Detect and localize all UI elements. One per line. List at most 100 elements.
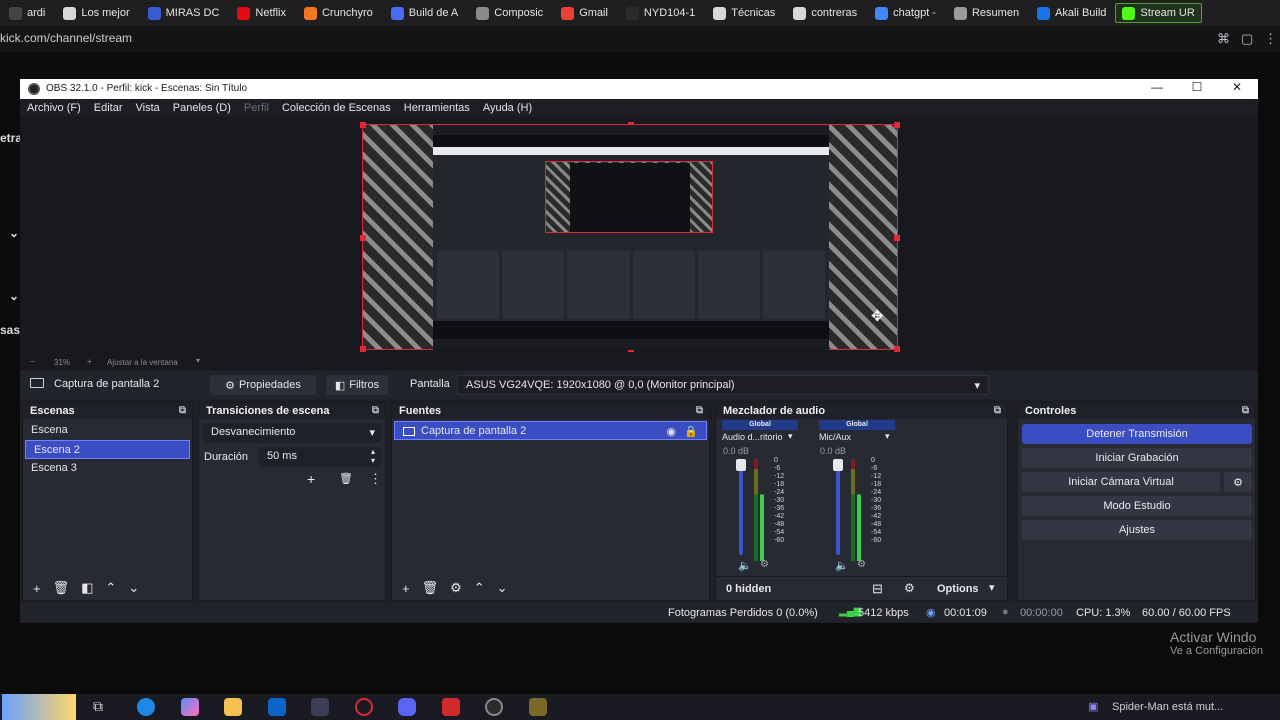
cast-icon[interactable]: ▢: [1241, 31, 1253, 47]
source-item[interactable]: Captura de pantalla 2 ◉ 🔒: [394, 421, 707, 440]
spin-down-icon[interactable]: ▾: [371, 456, 375, 465]
discord-icon[interactable]: [398, 698, 416, 716]
channel-settings-icon[interactable]: ⚙: [760, 559, 769, 570]
start-recording-button[interactable]: Iniciar Grabación: [1022, 448, 1252, 468]
chevron-down-icon[interactable]: ▾: [885, 431, 890, 442]
chevron-down-icon[interactable]: ▾: [989, 581, 995, 594]
chevron-down-icon[interactable]: ⌄: [9, 289, 19, 303]
copilot-icon[interactable]: [181, 698, 199, 716]
speaker-icon[interactable]: 🔈: [835, 559, 849, 572]
league-icon[interactable]: [529, 698, 547, 716]
properties-button[interactable]: ⚙ Propiedades: [210, 375, 316, 395]
bookmark-item[interactable]: Build de A: [382, 6, 468, 20]
studio-mode-button[interactable]: Modo Estudio: [1022, 496, 1252, 516]
float-icon[interactable]: ⧉: [372, 405, 379, 416]
maximize-button[interactable]: ☐: [1182, 80, 1212, 94]
app-icon[interactable]: [442, 698, 460, 716]
zoom-out-button[interactable]: −: [30, 357, 35, 366]
menu-item[interactable]: Archivo (F): [27, 102, 81, 114]
stop-stream-button[interactable]: Detener Transmisión: [1022, 424, 1252, 444]
trash-icon[interactable]: 🗑: [53, 580, 70, 596]
bookmark-item[interactable]: MIRAS DC: [139, 6, 229, 20]
bookmark-item[interactable]: NYD104-1: [617, 6, 704, 20]
title-bar[interactable]: OBS 32.1.0 - Perfil: kick - Escenas: Sin…: [20, 79, 1258, 99]
menu-item[interactable]: Colección de Escenas: [282, 102, 391, 114]
filters-button[interactable]: ◧ Filtros: [326, 375, 388, 395]
menu-item[interactable]: Vista: [136, 102, 160, 114]
task-view-icon[interactable]: ⧉: [93, 698, 103, 715]
transition-type-select[interactable]: Desvanecimiento ▾: [203, 423, 381, 443]
zoom-dropdown-icon[interactable]: ▾: [196, 356, 200, 365]
bookmark-item[interactable]: Resumen: [945, 6, 1028, 20]
minimize-button[interactable]: —: [1142, 80, 1172, 94]
add-icon[interactable]: +: [33, 581, 41, 596]
chevron-up-icon[interactable]: ⌃: [105, 580, 116, 596]
filter-icon[interactable]: ◧: [81, 580, 93, 596]
resize-handle[interactable]: [360, 346, 366, 352]
volume-slider-track[interactable]: [739, 459, 743, 555]
store-icon[interactable]: [311, 698, 329, 716]
opera-icon[interactable]: [355, 698, 373, 716]
resize-handle[interactable]: [360, 122, 366, 128]
more-icon[interactable]: ⋮: [369, 471, 382, 487]
preview-area[interactable]: ✥: [20, 117, 1258, 356]
scene-item[interactable]: Escena 3: [23, 459, 192, 478]
fit-window-button[interactable]: Ajustar a la ventana: [107, 358, 178, 367]
display-select[interactable]: ASUS VG24VQE: 1920x1080 @ 0,0 (Monitor p…: [457, 375, 989, 395]
eye-icon[interactable]: ◉: [666, 425, 676, 438]
volume-slider-handle[interactable]: [833, 459, 843, 471]
settings-button[interactable]: Ajustes: [1022, 520, 1252, 540]
options-button[interactable]: Options: [937, 583, 979, 595]
channel-settings-icon[interactable]: ⚙: [857, 559, 866, 570]
bookmark-item[interactable]: Gmail: [552, 6, 617, 20]
bookmark-item[interactable]: chatgpt -: [866, 6, 945, 20]
bookmark-item[interactable]: ardi: [0, 6, 54, 20]
chevron-up-icon[interactable]: ⌃: [474, 580, 485, 596]
zoom-in-button[interactable]: +: [87, 357, 92, 366]
bookmark-item[interactable]: Técnicas: [704, 6, 784, 20]
float-icon[interactable]: ⧉: [994, 405, 1001, 416]
scene-item[interactable]: Escena 2: [25, 440, 190, 459]
trash-icon[interactable]: 🗑: [422, 580, 439, 596]
chevron-down-icon[interactable]: ⌄: [497, 580, 508, 596]
bookmark-item[interactable]: Netflix: [228, 6, 295, 20]
resize-handle[interactable]: [360, 235, 366, 241]
bookmark-item[interactable]: Crunchyro: [295, 6, 382, 20]
trash-icon[interactable]: 🗑: [339, 472, 353, 485]
layout-icon[interactable]: ⊟: [872, 581, 883, 597]
outlook-icon[interactable]: [268, 698, 286, 716]
url-text[interactable]: kick.com/channel/stream: [0, 31, 132, 45]
menu-item[interactable]: Perfil: [244, 102, 269, 114]
float-icon[interactable]: ⧉: [1242, 405, 1249, 416]
advanced-icon[interactable]: ⚙: [904, 581, 915, 595]
bookmark-item[interactable]: Los mejor: [54, 6, 138, 20]
lock-icon[interactable]: 🔒: [684, 425, 698, 438]
file-explorer-icon[interactable]: [224, 698, 242, 716]
spin-up-icon[interactable]: ▴: [371, 447, 375, 456]
chevron-down-icon[interactable]: ⌄: [128, 580, 139, 596]
menu-item[interactable]: Editar: [94, 102, 123, 114]
volume-slider-track[interactable]: [836, 459, 840, 555]
add-icon[interactable]: +: [402, 581, 410, 596]
close-button[interactable]: ✕: [1222, 80, 1252, 94]
menu-item[interactable]: Herramientas: [404, 102, 470, 114]
address-bar[interactable]: [0, 26, 1280, 52]
more-icon[interactable]: ⋮: [1264, 31, 1277, 47]
extension-icon[interactable]: ⌘: [1217, 31, 1230, 47]
duration-spinbox[interactable]: 50 ms ▴ ▾: [259, 447, 381, 467]
resize-handle[interactable]: [894, 346, 900, 352]
channel-name[interactable]: Audio d...ritorio: [722, 432, 786, 442]
edge-icon[interactable]: [137, 698, 155, 716]
virtual-camera-button[interactable]: Iniciar Cámara Virtual: [1022, 472, 1220, 492]
speaker-icon[interactable]: 🔈: [738, 559, 752, 572]
chevron-down-icon[interactable]: ▾: [788, 431, 793, 442]
resize-handle[interactable]: [894, 122, 900, 128]
preview-canvas[interactable]: [360, 122, 900, 352]
menu-item[interactable]: Ayuda (H): [483, 102, 532, 114]
scene-item[interactable]: Escena: [23, 421, 192, 440]
menu-item[interactable]: Paneles (D): [173, 102, 231, 114]
bookmark-item[interactable]: contreras: [784, 6, 866, 20]
widgets-button[interactable]: [2, 694, 76, 720]
bookmark-item[interactable]: Stream UR: [1115, 3, 1202, 23]
chevron-down-icon[interactable]: ⌄: [9, 226, 19, 240]
